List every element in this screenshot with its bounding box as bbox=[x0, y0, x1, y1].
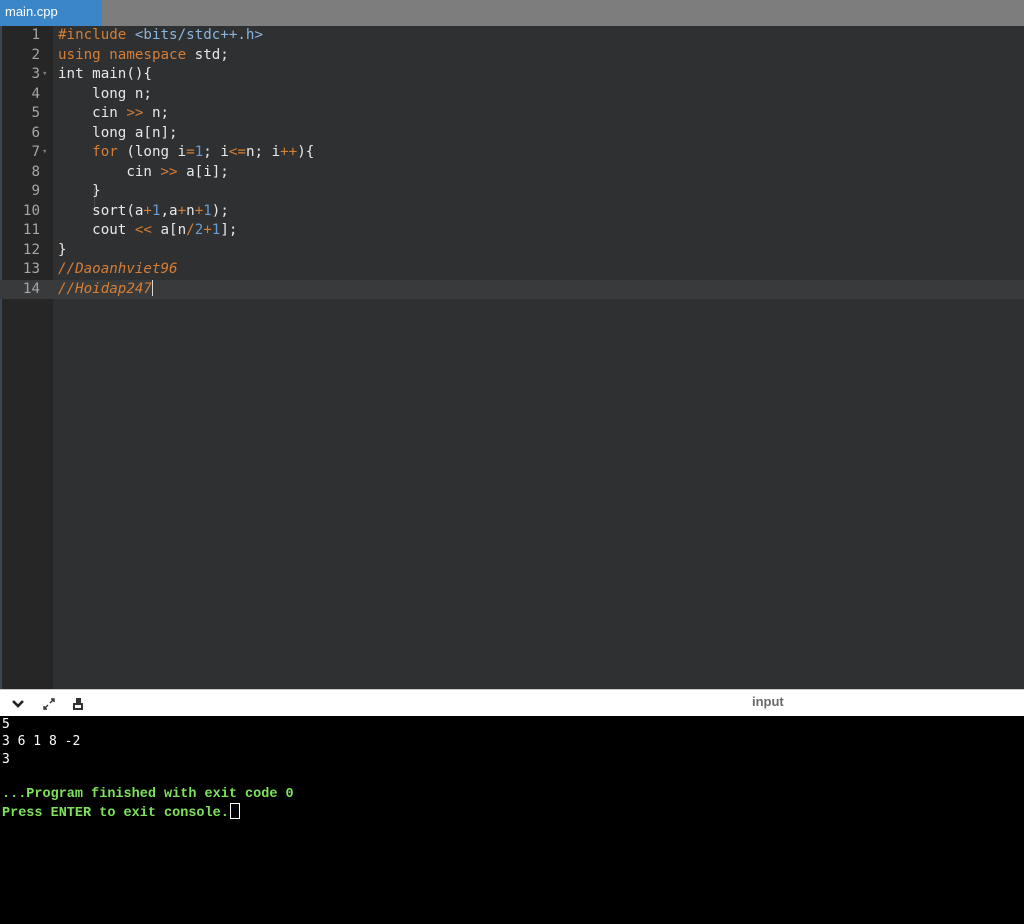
code-line[interactable]: 4 long n; bbox=[0, 85, 1024, 105]
line-number: 5 bbox=[31, 105, 40, 121]
line-number: 1 bbox=[31, 27, 40, 43]
code-text: //Hoidap247 bbox=[58, 279, 153, 297]
code-line[interactable]: 2 using namespace std; bbox=[0, 46, 1024, 66]
code-line[interactable]: 7 ▾ for (long i=1; i<=n; i++){ bbox=[0, 143, 1024, 163]
code-line[interactable]: 13 //Daoanhviet96 bbox=[0, 260, 1024, 280]
code-text: //Daoanhviet96 bbox=[58, 261, 178, 277]
line-number: 12 bbox=[22, 241, 40, 258]
code-editor[interactable]: 1 #include <bits/stdc++.h> 2 using namespac… bbox=[0, 26, 1024, 689]
code-line[interactable]: 1 #include <bits/stdc++.h> bbox=[0, 26, 1024, 46]
line-number: 6 bbox=[31, 124, 40, 141]
console-line: ...Program finished with exit code 0 bbox=[2, 786, 294, 802]
code-line[interactable]: 8 cin >> a[i]; bbox=[0, 163, 1024, 183]
copy-icon[interactable] bbox=[70, 696, 86, 712]
console-line: 3 6 1 8 -2 bbox=[2, 734, 81, 750]
code-text: long a[n]; bbox=[58, 124, 178, 141]
line-number: 14 bbox=[22, 280, 40, 297]
line-number: 3 bbox=[31, 66, 40, 82]
code-text: cin >> n; bbox=[58, 105, 170, 121]
line-number: 2 bbox=[31, 46, 40, 63]
code-text: } bbox=[58, 241, 67, 258]
code-line[interactable]: 14 //Hoidap247 bbox=[0, 279, 1024, 299]
code-text: } bbox=[58, 183, 101, 199]
line-number: 8 bbox=[31, 163, 40, 180]
line-number: 7 bbox=[31, 144, 40, 160]
code-line[interactable]: 9 } bbox=[0, 182, 1024, 202]
expand-icon[interactable] bbox=[41, 696, 57, 712]
console-line: Press ENTER to exit console. bbox=[2, 803, 240, 821]
text-caret bbox=[151, 279, 153, 296]
fold-arrow-icon[interactable]: ▾ bbox=[42, 65, 52, 85]
code-line[interactable]: 10 sort(a+1,a+n+1); bbox=[0, 202, 1024, 222]
fold-arrow-icon[interactable]: ▾ bbox=[42, 143, 52, 163]
line-number: 11 bbox=[22, 222, 40, 238]
code-text: for (long i=1; i<=n; i++){ bbox=[92, 144, 315, 160]
code-text: cin >> a[i]; bbox=[58, 163, 229, 180]
line-number: 13 bbox=[22, 261, 40, 277]
console-line: 5 bbox=[2, 717, 10, 732]
code-text: long n; bbox=[58, 85, 152, 102]
line-number: 9 bbox=[31, 183, 40, 199]
line-number: 10 bbox=[22, 202, 40, 219]
console-cursor bbox=[229, 803, 240, 819]
code-text: int main(){ bbox=[58, 66, 152, 82]
tab-bar: main.cpp bbox=[0, 0, 1024, 26]
code-line[interactable]: 5 cin >> n; bbox=[0, 104, 1024, 124]
tab-main-cpp[interactable]: main.cpp bbox=[0, 0, 102, 26]
code-text: sort(a+1,a+n+1); bbox=[58, 202, 229, 219]
code-line[interactable]: 11 cout << a[n/2+1]; bbox=[0, 221, 1024, 241]
line-number: 4 bbox=[31, 85, 40, 102]
code-line[interactable]: 6 long a[n]; bbox=[0, 124, 1024, 144]
input-tab-label[interactable]: input bbox=[752, 694, 784, 709]
code-text: using namespace std; bbox=[58, 46, 229, 63]
console-output[interactable]: 5 3 6 1 8 -2 3 ...Program finished with exi… bbox=[0, 716, 1024, 924]
code-text: cout << a[n/2+1]; bbox=[58, 222, 238, 238]
code-line[interactable]: 12} bbox=[0, 241, 1024, 261]
code-line[interactable]: 3 ▾ int main(){ bbox=[0, 65, 1024, 85]
code-text: #include <bits/stdc++.h> bbox=[58, 27, 263, 43]
chevron-down-icon[interactable] bbox=[10, 696, 26, 712]
console-toolbar: input bbox=[0, 689, 1024, 716]
console-line: 3 bbox=[2, 751, 10, 767]
